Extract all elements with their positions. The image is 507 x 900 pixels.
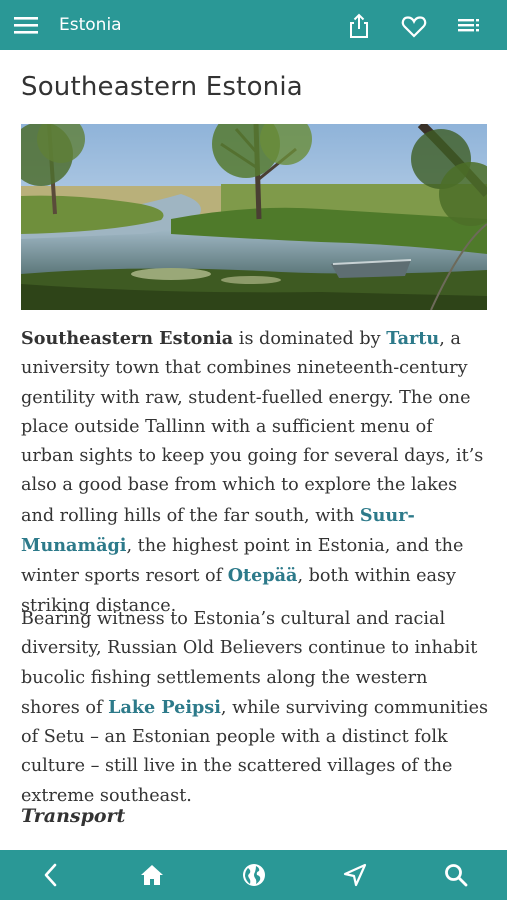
- heart-icon[interactable]: [400, 12, 428, 40]
- link-tartu[interactable]: Tartu: [386, 328, 439, 349]
- globe-icon[interactable]: [241, 862, 267, 888]
- text-span: is dominated by: [233, 329, 387, 349]
- article-photo: [21, 124, 487, 310]
- navigate-icon[interactable]: [342, 862, 368, 888]
- bottom-nav-bar: [0, 850, 507, 900]
- page-title: Southeastern Estonia: [21, 72, 303, 102]
- article-content: Southeastern Estonia Southeastern Estoni…: [0, 50, 507, 850]
- text-span: , a university town that combines ninete…: [21, 329, 484, 526]
- link-lake-peipsi[interactable]: Lake Peipsi: [108, 697, 221, 718]
- region-name: Southeastern Estonia: [21, 328, 234, 349]
- share-icon[interactable]: [345, 12, 373, 40]
- home-icon[interactable]: [139, 862, 165, 888]
- search-icon[interactable]: [443, 862, 469, 888]
- list-icon[interactable]: [455, 12, 483, 40]
- section-heading-transport: Transport: [21, 805, 126, 827]
- link-otepaa[interactable]: Otepää: [228, 565, 298, 586]
- top-app-bar: Estonia: [0, 0, 507, 50]
- second-paragraph: Bearing witness to Estonia’s cultural an…: [21, 605, 491, 811]
- back-icon[interactable]: [38, 862, 64, 888]
- intro-paragraph: Southeastern Estonia is dominated by Tar…: [21, 324, 491, 621]
- app-title: Estonia: [59, 15, 122, 35]
- menu-icon[interactable]: [14, 15, 38, 35]
